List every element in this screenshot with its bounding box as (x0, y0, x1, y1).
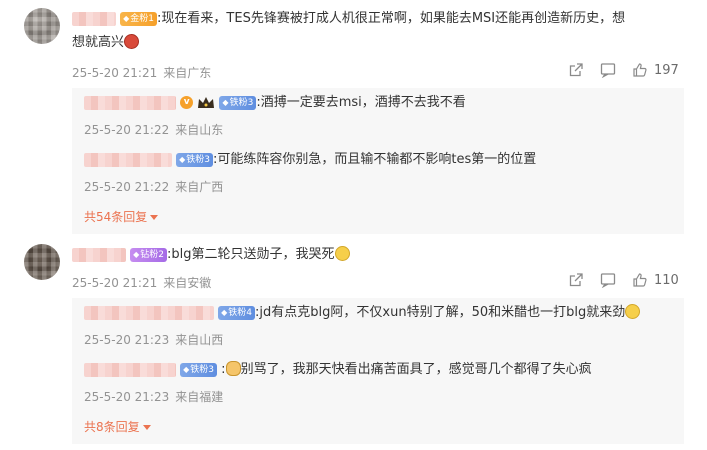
reply-item: ◆ 铁粉3 : 别骂了，我那天快看出痛苦面具了，感觉哥几个都得了失心疯 (84, 360, 592, 380)
username[interactable] (84, 362, 176, 377)
reply-meta: 25-5-20 21:23 来自山西 (84, 331, 223, 348)
fan-badge: ◆ 钻粉2 (130, 247, 168, 262)
timestamp: 25-5-20 21:21 (72, 66, 158, 80)
location: 来自福建 (175, 390, 224, 404)
fan-badge: ◆ 铁粉3 (176, 152, 214, 167)
fan-badge: ◆ 铁粉3 (219, 95, 257, 110)
gem-icon: ◆ (183, 364, 190, 374)
location: 来自广西 (175, 180, 224, 194)
gem-icon: ◆ (133, 249, 140, 259)
reply-meta: 25-5-20 21:22 来自广西 (84, 178, 223, 195)
verified-icon: v (180, 96, 194, 109)
username[interactable] (84, 152, 172, 167)
gem-icon: ◆ (123, 13, 130, 23)
comment-text: :现在看来，TES先锋赛被打成人机很正常啊，如果能去MSI还能再创造新历史，想 (157, 11, 626, 26)
like-count: 110 (654, 272, 679, 288)
timestamp: 25-5-20 21:23 (84, 333, 170, 347)
reply-item: ◆ 铁粉3:可能练阵容你别急，而且输不输都不影响tes第一的位置 (84, 150, 536, 170)
fan-badge: ◆ 金粉1 (120, 11, 158, 26)
comment-actions: 110 (568, 272, 679, 288)
comment-meta: 25-5-20 21:21 来自广东 (72, 64, 211, 81)
like-button[interactable]: 110 (632, 272, 679, 288)
username[interactable] (72, 247, 126, 262)
crying-face-emoji-icon (334, 246, 350, 261)
colon: : (221, 362, 226, 377)
crown-icon (198, 97, 215, 108)
reply-meta: 25-5-20 21:23 来自福建 (84, 388, 223, 405)
username[interactable] (72, 11, 116, 26)
gem-icon: ◆ (222, 97, 229, 107)
cat-face-emoji-icon (225, 361, 241, 376)
timestamp: 25-5-20 21:23 (84, 390, 170, 404)
comment-body: ◆ 金粉1:现在看来，TES先锋赛被打成人机很正常啊，如果能去MSI还能再创造新历… (72, 9, 625, 29)
reply-text: 别骂了，我那天快看出痛苦面具了，感觉哥几个都得了失心疯 (240, 362, 592, 377)
fan-badge: ◆ 铁粉3 (180, 362, 218, 377)
reply-item: ◆ 铁粉4:jd有点克blg阿，不仅xun特别了解，50和米醋也一打blg就来劲 (84, 303, 641, 323)
comment-icon[interactable] (600, 272, 616, 288)
comment-text-line2: 想就高兴 (72, 33, 140, 53)
comment-actions: 197 (568, 62, 679, 78)
caret-down-icon (150, 215, 159, 220)
gem-icon: ◆ (221, 307, 228, 317)
username[interactable] (84, 305, 214, 320)
money-bag-emoji-icon (124, 34, 140, 49)
avatar[interactable] (24, 244, 60, 280)
timestamp: 25-5-20 21:22 (84, 180, 170, 194)
comment-icon[interactable] (600, 62, 616, 78)
timestamp: 25-5-20 21:22 (84, 123, 170, 137)
location: 来自安徽 (163, 276, 212, 290)
thumbs-up-icon (632, 272, 648, 288)
gem-icon: ◆ (179, 154, 186, 164)
location: 来自广东 (163, 66, 212, 80)
reply-text: :酒搏一定要去msi，酒搏不去我不看 (256, 95, 466, 110)
caret-down-icon (142, 425, 151, 430)
reply-text: :jd有点克blg阿，不仅xun特别了解，50和米醋也一打blg就来劲 (255, 305, 626, 320)
comment-body: ◆ 钻粉2:blg第二轮只送勋子，我哭死 (72, 245, 350, 265)
like-count: 197 (654, 62, 679, 78)
comment-meta: 25-5-20 21:21 来自安徽 (72, 274, 211, 291)
laughing-crying-emoji-icon (625, 304, 641, 319)
reply-meta: 25-5-20 21:22 来自山东 (84, 121, 223, 138)
username[interactable] (84, 95, 176, 110)
reply-text: :可能练阵容你别急，而且输不输都不影响tes第一的位置 (213, 152, 537, 167)
reply-item: v ◆ 铁粉3:酒搏一定要去msi，酒搏不去我不看 (84, 93, 466, 113)
fan-badge: ◆ 铁粉4 (218, 305, 256, 320)
thumbs-up-icon (632, 62, 648, 78)
more-replies-link[interactable]: 共54条回复 (84, 208, 159, 225)
location: 来自山东 (175, 123, 224, 137)
share-icon[interactable] (568, 62, 584, 78)
more-replies-link[interactable]: 共8条回复 (84, 418, 151, 435)
share-icon[interactable] (568, 272, 584, 288)
avatar[interactable] (24, 8, 60, 44)
timestamp: 25-5-20 21:21 (72, 276, 158, 290)
like-button[interactable]: 197 (632, 62, 679, 78)
location: 来自山西 (175, 333, 224, 347)
comment-text: :blg第二轮只送勋子，我哭死 (167, 247, 335, 262)
